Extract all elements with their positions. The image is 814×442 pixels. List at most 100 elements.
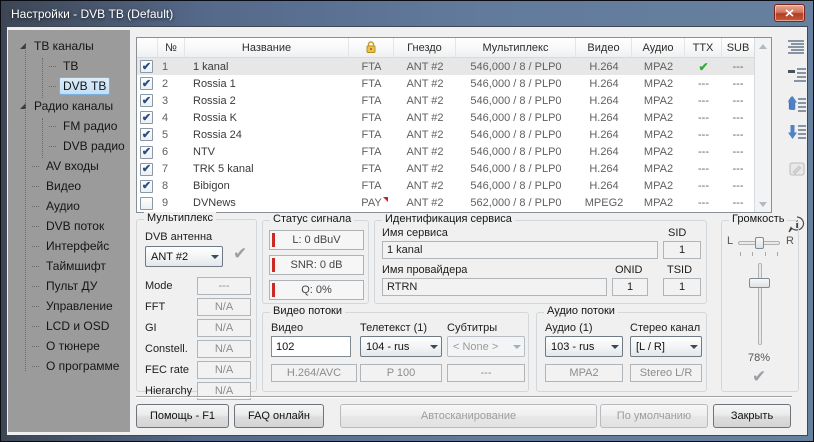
- channel-sub: ---: [722, 75, 754, 92]
- channel-checkbox[interactable]: [140, 197, 153, 210]
- channel-checkbox[interactable]: ✔: [140, 77, 153, 90]
- checkbox-check-icon: ✔: [142, 62, 151, 72]
- table-row[interactable]: 9 DVNews PAY ANT #2 562,000 / 8 / PLP0 M…: [137, 195, 754, 212]
- table-row[interactable]: ✔ 2 Rossia 1 FTA ANT #2 546,000 / 8 / PL…: [137, 75, 754, 92]
- sidebar-item-av-inputs[interactable]: AV входы: [8, 156, 130, 176]
- audio-codec-value: MPA2: [545, 364, 623, 382]
- sidebar-item-tv-channels[interactable]: ТВ каналы: [8, 36, 130, 56]
- onid-label: ONID: [615, 264, 643, 276]
- faq-button[interactable]: FAQ онлайн: [234, 404, 324, 428]
- move-up-icon[interactable]: [788, 96, 806, 117]
- channel-number: 4: [158, 109, 185, 126]
- channel-table: № Название Гнездо Мультиплекс Видео Ауди…: [136, 37, 772, 213]
- sidebar-item-radio-channels[interactable]: Радио каналы: [8, 96, 130, 116]
- close-dialog-button[interactable]: Закрыть: [713, 404, 791, 428]
- channel-ttx-check-icon: ✔: [685, 58, 722, 75]
- channel-multiplex: 546,000 / 8 / PLP0: [456, 161, 576, 178]
- teletext-label: Телетекст (1): [360, 322, 427, 334]
- tree-item-label: LCD и OSD: [42, 317, 113, 335]
- sidebar-item-dvb-stream[interactable]: DVB поток: [8, 216, 130, 236]
- fec-label: FEC rate: [145, 364, 189, 376]
- antenna-ok-icon: ✔: [233, 244, 247, 264]
- dropdown-arrow-icon: [211, 255, 219, 259]
- channel-sub: ---: [722, 178, 754, 195]
- dropdown-arrow-icon: [513, 345, 521, 349]
- channel-multiplex: 546,000 / 8 / PLP0: [456, 92, 576, 109]
- subtitles-label: Субтитры: [447, 322, 497, 334]
- table-row[interactable]: ✔ 8 Bibigon FTA ANT #2 546,000 / 8 / PLP…: [137, 178, 754, 195]
- sidebar-item-dvb-radio[interactable]: DVB радио: [8, 136, 130, 156]
- audio-select[interactable]: 103 - rus: [545, 336, 623, 357]
- channel-list-icon[interactable]: [788, 40, 806, 60]
- tree-item-label-selected: DVB ТВ: [59, 77, 110, 95]
- panel-title: Статус сигнала: [270, 213, 354, 225]
- panel-title: Громкость: [729, 213, 787, 225]
- sidebar-item-video[interactable]: Видео: [8, 176, 130, 196]
- channel-checkbox[interactable]: ✔: [140, 60, 153, 73]
- balance-slider-thumb[interactable]: [755, 237, 764, 249]
- teletext-select[interactable]: 104 - rus: [360, 336, 442, 357]
- channel-name: Rossia 1: [185, 75, 349, 92]
- video-codec-value: H.264/AVC: [271, 364, 357, 382]
- channel-checkbox[interactable]: ✔: [140, 146, 153, 159]
- channel-name: Rossia K: [185, 109, 349, 126]
- channel-socket: ANT #2: [394, 92, 456, 109]
- volume-slider-thumb[interactable]: [749, 278, 770, 288]
- channel-ttx: ---: [685, 195, 722, 212]
- channel-checkbox[interactable]: ✔: [140, 111, 153, 124]
- table-row[interactable]: ✔ 4 Rossia K FTA ANT #2 546,000 / 8 / PL…: [137, 109, 754, 126]
- sidebar-item-tv[interactable]: ТВ: [8, 56, 130, 76]
- balance-slider[interactable]: [738, 241, 780, 245]
- sidebar-item-audio[interactable]: Аудио: [8, 196, 130, 216]
- table-scrollbar[interactable]: [754, 38, 771, 212]
- sidebar-item-about-program[interactable]: О программе: [8, 356, 130, 376]
- dropdown-arrow-icon: [430, 345, 438, 349]
- channel-checkbox[interactable]: ✔: [140, 163, 153, 176]
- close-button[interactable]: [774, 4, 805, 22]
- sidebar-item-control[interactable]: Управление: [8, 296, 130, 316]
- table-row[interactable]: ✔ 1 1 kanal FTA ANT #2 546,000 / 8 / PLP…: [137, 58, 754, 75]
- stereo-select[interactable]: [L / R]: [630, 336, 702, 357]
- channel-sub: ---: [722, 195, 754, 212]
- sidebar-item-interface[interactable]: Интерфейс: [8, 236, 130, 256]
- volume-slider[interactable]: [758, 263, 762, 345]
- channel-multiplex: 546,000 / 8 / PLP0: [456, 126, 576, 143]
- tree-item-label: Интерфейс: [42, 237, 113, 255]
- table-row[interactable]: ✔ 6 NTV FTA ANT #2 546,000 / 8 / PLP0 H.…: [137, 144, 754, 161]
- service-id-panel: Идентификация сервиса Имя сервиса SID 1 …: [374, 220, 707, 304]
- channel-name: TRK 5 kanal: [185, 161, 349, 178]
- channel-sub: ---: [722, 161, 754, 178]
- gi-label: GI: [145, 322, 157, 334]
- move-down-icon[interactable]: [788, 125, 806, 146]
- channel-ttx: ---: [685, 178, 722, 195]
- help-button[interactable]: Помощь - F1: [136, 404, 229, 428]
- signal-status-panel: Статус сигнала L: 0 dBuV SNR: 0 dB Q: 0%: [262, 220, 369, 304]
- channel-multiplex: 546,000 / 8 / PLP0: [456, 58, 576, 75]
- scroll-up-button[interactable]: [755, 38, 771, 54]
- channel-sub: ---: [722, 144, 754, 161]
- channel-checkbox[interactable]: ✔: [140, 94, 153, 107]
- sidebar-item-remote[interactable]: Пульт ДУ: [8, 276, 130, 296]
- header-sub: SUB: [722, 38, 754, 57]
- antenna-select[interactable]: ANT #2: [145, 246, 223, 267]
- sidebar-item-about-tuner[interactable]: О тюнере: [8, 336, 130, 356]
- channel-audio-codec: MPA2: [632, 161, 685, 178]
- header-access: [349, 38, 394, 57]
- checkbox-check-icon: ✔: [142, 147, 151, 157]
- table-row[interactable]: ✔ 3 Rossia 2 FTA ANT #2 546,000 / 8 / PL…: [137, 92, 754, 109]
- table-row[interactable]: ✔ 5 Rossia 24 FTA ANT #2 546,000 / 8 / P…: [137, 126, 754, 143]
- header-socket: Гнездо: [394, 38, 456, 57]
- sidebar-item-dvb-tv[interactable]: DVB ТВ: [8, 76, 130, 96]
- channel-audio-codec: MPA2: [632, 195, 685, 212]
- sidebar-item-fm-radio[interactable]: FM радио: [8, 116, 130, 136]
- channel-checkbox[interactable]: ✔: [140, 180, 153, 193]
- sidebar-item-lcd-osd[interactable]: LCD и OSD: [8, 316, 130, 336]
- table-row[interactable]: ✔ 7 TRK 5 kanal FTA ANT #2 546,000 / 8 /…: [137, 161, 754, 178]
- scroll-down-button[interactable]: [755, 196, 771, 212]
- sidebar-item-timeshift[interactable]: Таймшифт: [8, 256, 130, 276]
- remove-channel-icon[interactable]: [788, 68, 806, 88]
- channel-number: 5: [158, 126, 185, 143]
- video-pid-input[interactable]: [271, 336, 351, 357]
- channel-checkbox[interactable]: ✔: [140, 128, 153, 141]
- panel-title: Мультиплекс: [144, 212, 216, 224]
